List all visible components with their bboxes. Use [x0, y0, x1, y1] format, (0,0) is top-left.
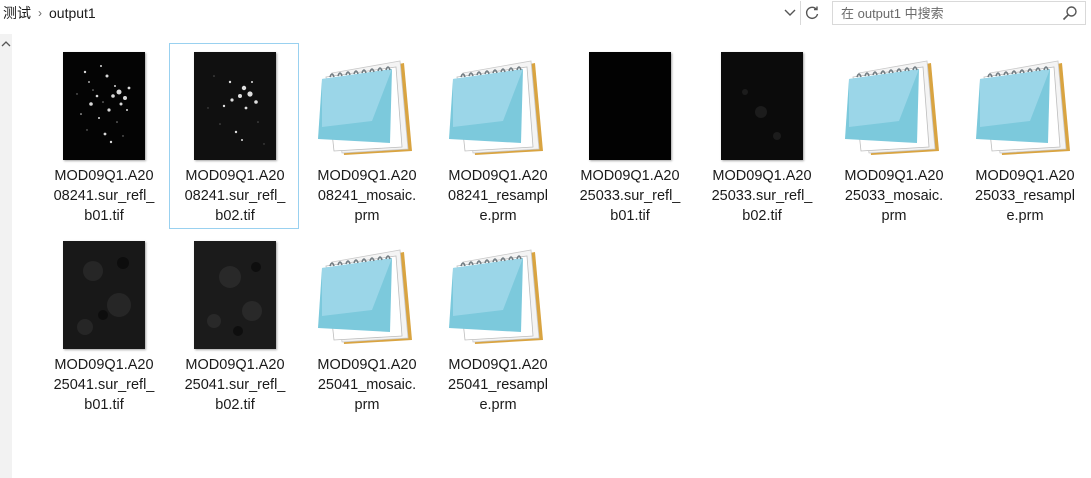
search-box[interactable]	[832, 1, 1086, 25]
file-item[interactable]: MOD09Q1.A20 25041_mosaic. prm	[301, 232, 431, 418]
tif-thumbnail	[565, 46, 695, 166]
file-name: MOD09Q1.A20 25033_resampl e.prm	[975, 168, 1075, 224]
refresh-icon[interactable]	[800, 1, 823, 25]
search-icon[interactable]	[1062, 5, 1078, 26]
breadcrumb-separator-icon[interactable]: ›	[34, 6, 46, 20]
notepad-icon	[302, 235, 432, 355]
file-item[interactable]: MOD09Q1.A20 25041.sur_refl_ b01.tif	[38, 232, 168, 418]
breadcrumb: 测试 › output1	[0, 0, 800, 26]
breadcrumb-item-output1[interactable]: output1	[46, 5, 99, 21]
file-name: MOD09Q1.A20 08241.sur_refl_ b01.tif	[53, 168, 155, 224]
file-item[interactable]: MOD09Q1.A20 08241_resampl e.prm	[432, 43, 562, 229]
tif-thumbnail	[170, 235, 300, 355]
file-item[interactable]: MOD09Q1.A20 08241_mosaic. prm	[301, 43, 431, 229]
file-name: MOD09Q1.A20 25041_mosaic. prm	[317, 357, 417, 413]
file-name: MOD09Q1.A20 25033.sur_refl_ b01.tif	[579, 168, 681, 224]
tif-thumbnail	[39, 46, 169, 166]
notepad-icon	[433, 235, 563, 355]
tif-thumbnail	[170, 46, 300, 166]
tif-thumbnail	[39, 235, 169, 355]
file-item[interactable]: MOD09Q1.A20 25033.sur_refl_ b01.tif	[564, 43, 694, 229]
chevron-down-icon[interactable]	[781, 2, 799, 24]
tif-thumbnail	[697, 46, 827, 166]
file-name: MOD09Q1.A20 08241_mosaic. prm	[317, 168, 417, 224]
file-item[interactable]: MOD09Q1.A20 08241.sur_refl_ b01.tif	[38, 43, 168, 229]
file-name: MOD09Q1.A20 25041.sur_refl_ b01.tif	[53, 357, 155, 413]
file-name: MOD09Q1.A20 25033.sur_refl_ b02.tif	[711, 168, 813, 224]
file-item[interactable]: MOD09Q1.A20 25033_mosaic. prm	[828, 43, 958, 229]
search-input[interactable]	[833, 3, 1051, 23]
notepad-icon	[829, 46, 959, 166]
file-item-selected[interactable]: MOD09Q1.A20 08241.sur_refl_ b02.tif	[169, 43, 299, 229]
file-item[interactable]: MOD09Q1.A20 25033_resampl e.prm	[959, 43, 1089, 229]
file-item[interactable]: MOD09Q1.A20 25041.sur_refl_ b02.tif	[169, 232, 299, 418]
vertical-scrollbar[interactable]	[0, 34, 12, 478]
file-item[interactable]: MOD09Q1.A20 25033.sur_refl_ b02.tif	[696, 43, 826, 229]
notepad-icon	[960, 46, 1090, 166]
notepad-icon	[433, 46, 563, 166]
file-grid: MOD09Q1.A20 08241.sur_refl_ b01.tif MOD0…	[38, 40, 1091, 440]
file-name: MOD09Q1.A20 08241.sur_refl_ b02.tif	[184, 168, 286, 224]
file-item[interactable]: MOD09Q1.A20 25041_resampl e.prm	[432, 232, 562, 418]
breadcrumb-item-test[interactable]: 测试	[0, 3, 34, 23]
notepad-icon	[302, 46, 432, 166]
file-name: MOD09Q1.A20 25041_resampl e.prm	[448, 357, 548, 413]
file-name: MOD09Q1.A20 25041.sur_refl_ b02.tif	[184, 357, 286, 413]
file-name: MOD09Q1.A20 25033_mosaic. prm	[844, 168, 944, 224]
scroll-up-arrow-icon[interactable]	[0, 34, 12, 54]
file-name: MOD09Q1.A20 08241_resampl e.prm	[448, 168, 548, 224]
